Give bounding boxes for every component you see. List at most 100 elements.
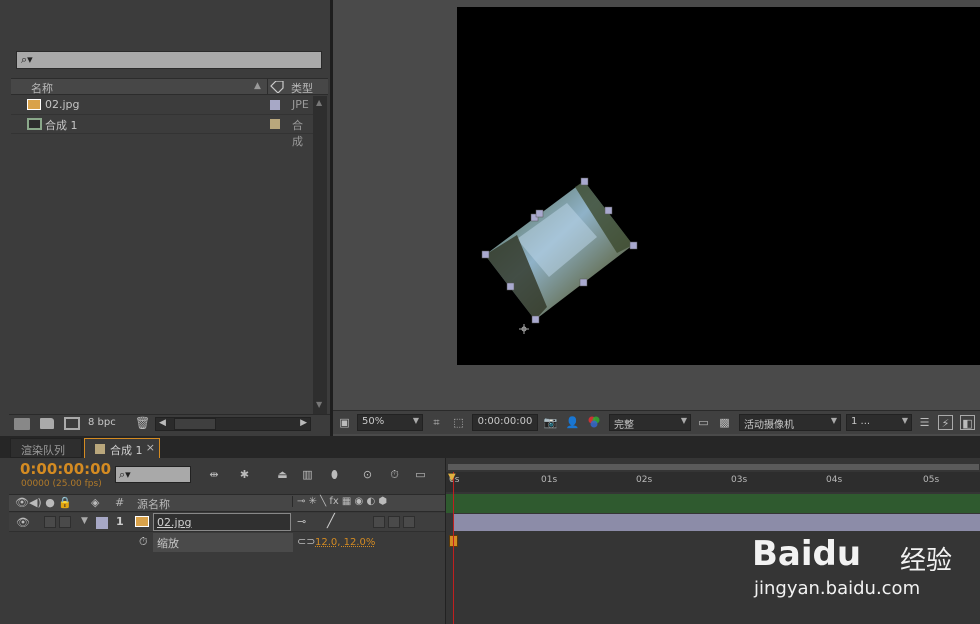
frame-blending-icon[interactable]: ▥ xyxy=(300,467,315,482)
ruler-tick-label: 02s xyxy=(636,475,653,485)
switches-icons[interactable]: ⊸ ✳ ╲ fx ▦ ◉ ◐ ⬢ xyxy=(292,496,387,507)
sort-up-icon[interactable]: ▲ xyxy=(254,81,261,91)
close-icon[interactable]: × xyxy=(146,441,155,454)
switch-box[interactable] xyxy=(403,516,415,528)
layer-row[interactable]: 👁 ▼ 1 02.jpg ⊸ ╱ xyxy=(9,513,445,532)
ruler-tick-label: 04s xyxy=(826,475,843,485)
project-item-type: 合成 xyxy=(292,119,303,148)
column-number-label: # xyxy=(115,496,125,509)
new-folder-icon[interactable] xyxy=(40,418,54,429)
resolution-dropdown[interactable]: 完整 ▼ xyxy=(609,414,691,431)
graph-editor-icon[interactable]: ▭ xyxy=(413,467,428,482)
composition-mini-flowchart-icon[interactable]: ⇹ xyxy=(202,467,226,482)
tab-composition[interactable]: 合成 1 × xyxy=(84,438,160,458)
chevron-down-icon: ▼ xyxy=(830,416,837,425)
transparency-grid-icon[interactable]: ⬚ xyxy=(451,415,466,430)
composition-canvas[interactable] xyxy=(457,7,980,365)
project-scrollbar[interactable]: ▲ ▼ xyxy=(313,96,327,414)
viewer-timecode[interactable]: 0:00:00:00 xyxy=(472,414,538,431)
label-tag-icon[interactable]: ◈ xyxy=(91,496,99,509)
switch-box[interactable] xyxy=(373,516,385,528)
project-column-header: 名称 ▲ 类型 xyxy=(11,78,328,95)
time-ruler[interactable]: 0s 01s 02s 03s 04s 05s xyxy=(446,472,980,492)
layer-preview[interactable] xyxy=(457,7,980,365)
project-hscrollbar[interactable]: ◀ ▶ xyxy=(155,417,311,431)
scroll-up-icon[interactable]: ▲ xyxy=(316,98,322,107)
show-snapshot-icon[interactable]: 👤 xyxy=(565,415,580,430)
region-of-interest-icon[interactable]: ⌗ xyxy=(429,415,444,430)
scroll-left-icon[interactable]: ◀ xyxy=(159,418,166,428)
interpret-footage-icon[interactable] xyxy=(14,418,30,430)
hide-shy-layers-icon[interactable]: ⏏ xyxy=(275,467,290,482)
work-area-bar[interactable] xyxy=(448,464,979,470)
eye-icon[interactable]: 👁 xyxy=(16,516,30,529)
quality-switch-icon[interactable]: ╱ xyxy=(327,514,335,529)
camera-dropdown[interactable]: 活动摄像机 ▼ xyxy=(739,414,841,431)
column-source-name-label[interactable]: 源名称 xyxy=(137,496,170,512)
camera-value: 活动摄像机 xyxy=(744,420,794,431)
fast-preview-icon[interactable]: ▭ xyxy=(696,415,711,430)
composition-color-swatch xyxy=(95,444,105,454)
label-color-swatch[interactable] xyxy=(270,119,280,129)
timeline-toggle-icon[interactable]: ◧ xyxy=(960,415,975,430)
label-tag-icon[interactable] xyxy=(267,79,285,94)
scroll-right-icon[interactable]: ▶ xyxy=(300,418,307,428)
auto-keyframe-icon[interactable]: ⏱ xyxy=(387,467,402,482)
viewer-toolbar: ▣ 50% ▼ ⌗ ⬚ 0:00:00:00 📷 👤 完整 ▼ ▭ ▩ 活动摄像机 ▼… xyxy=(333,410,980,434)
project-item-type: JPE xyxy=(292,98,309,111)
watermark-url: jingyan.baidu.com xyxy=(754,578,921,599)
draft-3d-icon[interactable]: ✱ xyxy=(237,467,252,482)
current-time-display[interactable]: 0:00:00:00 xyxy=(20,460,111,478)
chevron-down-icon[interactable]: ▼ xyxy=(81,516,88,526)
motion-blur-icon[interactable]: ⬮ xyxy=(327,467,342,482)
timeline-search-input[interactable]: ⌕▾ xyxy=(115,466,191,483)
playhead[interactable] xyxy=(453,472,454,624)
trash-icon[interactable]: 🗑 xyxy=(135,416,150,430)
scroll-thumb[interactable] xyxy=(174,418,216,430)
watermark-brand: Baidu xyxy=(752,534,862,574)
anchor-point-icon[interactable] xyxy=(519,324,529,334)
scroll-down-icon[interactable]: ▼ xyxy=(316,400,322,409)
frame-info: 00000 (25.00 fps) xyxy=(21,479,102,489)
column-type-label[interactable]: 类型 xyxy=(291,80,313,96)
tab-render-queue[interactable]: 渲染队列 xyxy=(10,438,82,458)
views-dropdown[interactable]: 1 ... ▼ xyxy=(846,414,912,431)
project-item-name: 02.jpg xyxy=(45,98,80,111)
layer-label-color[interactable] xyxy=(96,517,108,529)
resolution-value: 完整 xyxy=(614,420,634,431)
chevron-down-icon: ▼ xyxy=(680,416,687,425)
audio-toggle[interactable] xyxy=(44,516,56,528)
zoom-dropdown[interactable]: 50% ▼ xyxy=(357,414,423,431)
channel-icon[interactable] xyxy=(586,415,601,430)
watermark-brand-cn: 经验 xyxy=(900,546,953,576)
brainstorm-icon[interactable]: ⊙ xyxy=(360,467,375,482)
search-icon: ⌕▾ xyxy=(119,468,131,481)
project-search-input[interactable]: ⌕▾ xyxy=(16,51,322,69)
tab-label: 渲染队列 xyxy=(21,444,65,457)
playhead-icon[interactable]: ▼ xyxy=(448,472,456,483)
shy-switch-icon[interactable]: ⊸ xyxy=(297,515,306,528)
property-row-scale[interactable]: ⏱ 缩放 ⊂⊃ 12.0, 12.0% xyxy=(9,533,445,552)
timeline-column-header: 👁◀) ● 🔒 ◈ # 源名称 ⊸ ✳ ╲ fx ▦ ◉ ◐ ⬢ xyxy=(9,494,445,512)
av-features-icons[interactable]: 👁◀) ● 🔒 xyxy=(15,496,72,509)
layer-name[interactable]: 02.jpg xyxy=(153,513,291,531)
tab-label: 合成 1 xyxy=(110,444,143,457)
chevron-down-icon: ▼ xyxy=(412,416,419,425)
stopwatch-icon[interactable]: ⏱ xyxy=(139,535,148,549)
toggle-pixel-icon[interactable]: ☰ xyxy=(917,415,932,430)
always-preview-icon[interactable]: ▣ xyxy=(337,415,352,430)
project-item-image[interactable]: 02.jpg JPE xyxy=(11,96,313,115)
column-name-label[interactable]: 名称 xyxy=(31,80,53,96)
fast-previews-icon[interactable]: ⚡ xyxy=(938,415,953,430)
snapshot-icon[interactable]: 📷 xyxy=(543,415,558,430)
constrain-proportions-icon[interactable]: ⊂⊃ xyxy=(297,535,315,548)
switch-box[interactable] xyxy=(388,516,400,528)
label-color-swatch[interactable] xyxy=(270,100,280,110)
solo-toggle[interactable] xyxy=(59,516,71,528)
checkerboard-icon[interactable]: ▩ xyxy=(717,415,732,430)
layer-index: 1 xyxy=(116,515,124,528)
bit-depth-button[interactable]: 8 bpc xyxy=(88,417,116,428)
new-composition-icon[interactable] xyxy=(64,417,80,430)
scale-value[interactable]: 12.0, 12.0% xyxy=(315,537,375,548)
project-item-composition[interactable]: 合成 1 合成 xyxy=(11,115,313,148)
